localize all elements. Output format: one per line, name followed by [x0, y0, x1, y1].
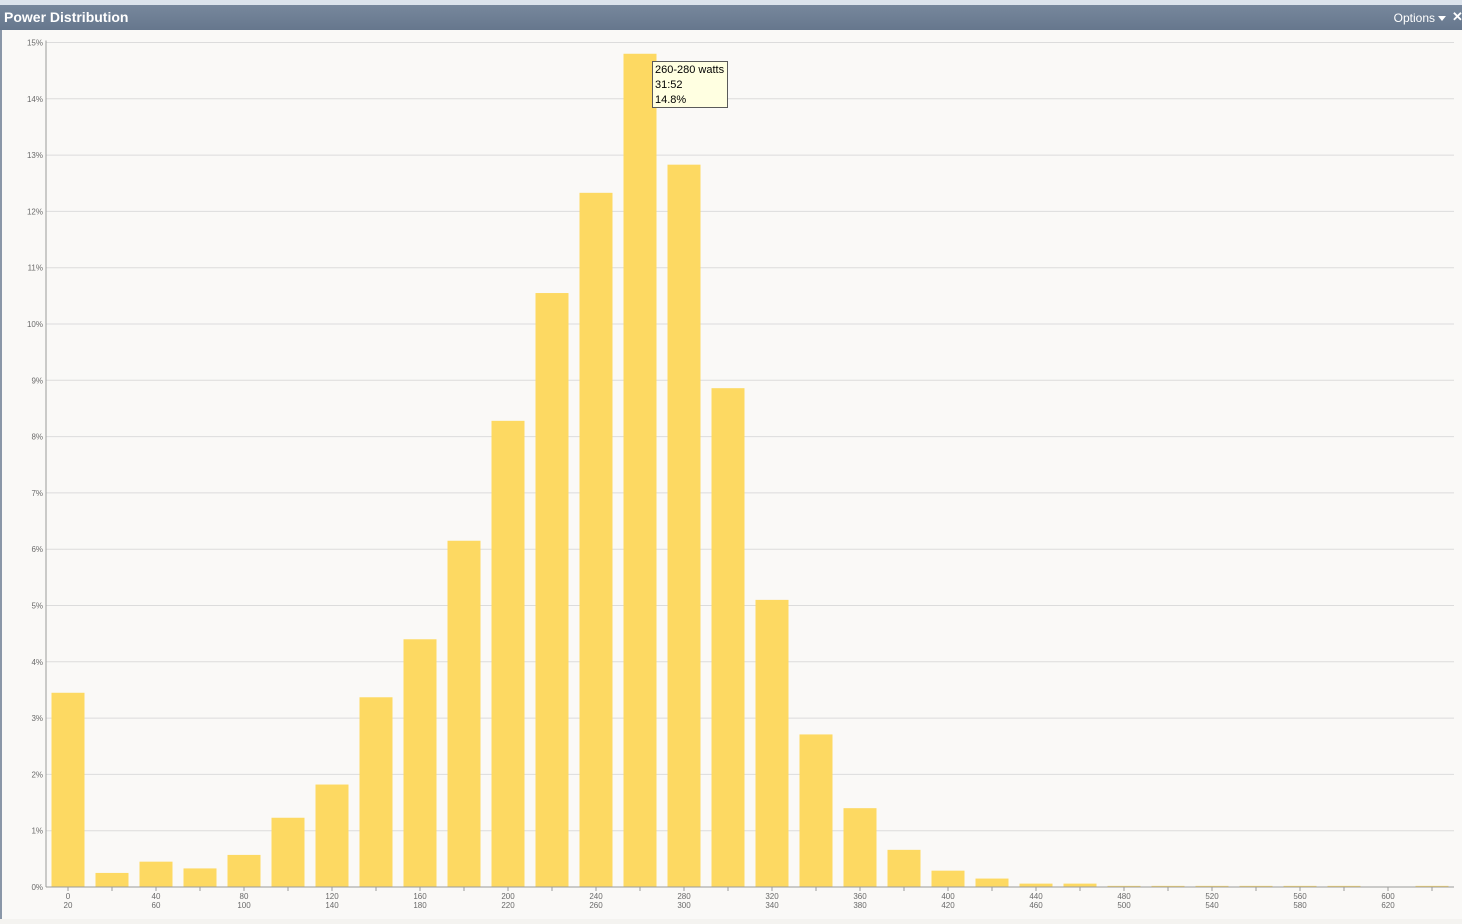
bar: [535, 293, 569, 887]
bar: [667, 164, 701, 887]
bar: [271, 817, 305, 887]
y-tick-label: 1%: [31, 827, 43, 836]
bar: [1063, 883, 1097, 887]
bar: [579, 192, 613, 888]
bar: [315, 784, 349, 887]
tooltip-range: 260-280 watts: [655, 64, 725, 76]
x-tick-label: 60: [152, 901, 161, 910]
close-icon[interactable]: ✕: [1452, 9, 1462, 25]
y-tick-label: 13%: [27, 151, 43, 160]
x-tick-label: 260: [589, 901, 603, 910]
bar-tooltip: 260-280 watts 31:52 14.8%: [652, 61, 728, 108]
x-tick-label: 20: [64, 901, 73, 910]
x-tick-label: 460: [1029, 901, 1043, 910]
x-tick-label: 480: [1117, 892, 1131, 901]
x-tick-label: 560: [1293, 892, 1307, 901]
y-tick-label: 9%: [31, 376, 43, 385]
x-tick-label: 180: [413, 901, 427, 910]
x-tick-label: 400: [941, 892, 955, 901]
x-axis-ticks: 0204060801001201401601802002202402602803…: [64, 887, 1433, 910]
gridlines: [46, 42, 1454, 832]
y-axis-ticks: 0% 1% 2% 3% 4% 5% 6% 7% 8% 9% 10% 11% 12% 13% 14% 15%: [27, 39, 43, 893]
bar: [799, 734, 833, 887]
y-tick-label: 5%: [31, 602, 43, 611]
y-tick-label: 2%: [31, 770, 43, 779]
y-tick-label: 11%: [28, 264, 43, 273]
tooltip-time: 31:52: [655, 79, 683, 91]
y-tick-label: 14%: [27, 95, 43, 104]
bar: [447, 540, 481, 887]
bar: [755, 599, 789, 887]
options-label: Options: [1393, 11, 1435, 25]
bar: [227, 854, 261, 887]
bar: [623, 53, 657, 887]
window-title: Power Distribution: [4, 9, 129, 25]
x-tick-label: 440: [1029, 892, 1043, 901]
x-tick-label: 300: [677, 901, 691, 910]
x-tick-label: 600: [1381, 892, 1395, 901]
x-tick-label: 220: [501, 901, 515, 910]
y-tick-label: 12%: [27, 207, 43, 216]
y-tick-label: 7%: [31, 489, 43, 498]
x-tick-label: 380: [853, 901, 867, 910]
y-tick-label: 6%: [31, 545, 43, 554]
bar: [51, 692, 85, 887]
bar: [887, 849, 921, 887]
x-tick-label: 420: [941, 901, 955, 910]
bar: [711, 388, 745, 887]
x-tick-label: 520: [1205, 892, 1219, 901]
chevron-down-icon: [1438, 16, 1446, 22]
x-tick-label: 120: [325, 892, 339, 901]
x-tick-label: 320: [765, 892, 779, 901]
y-tick-label: 10%: [27, 320, 43, 329]
x-tick-label: 100: [237, 901, 251, 910]
y-tick-label: 8%: [31, 433, 43, 442]
bar: [975, 878, 1009, 887]
bar: [843, 808, 877, 887]
y-tick-label: 0%: [31, 883, 43, 892]
x-tick-label: 200: [501, 892, 515, 901]
x-tick-label: 580: [1293, 901, 1307, 910]
x-tick-label: 0: [66, 892, 71, 901]
x-tick-label: 140: [325, 901, 339, 910]
bar: [95, 872, 129, 887]
x-tick-label: 280: [677, 892, 691, 901]
x-tick-label: 340: [765, 901, 779, 910]
bars: [51, 53, 1449, 888]
bar: [931, 870, 965, 887]
axes: [45, 40, 1454, 888]
title-bar: Power Distribution Options ✕: [0, 5, 1462, 30]
bar: [183, 868, 217, 887]
x-tick-label: 620: [1381, 901, 1395, 910]
bar: [359, 697, 393, 887]
bar: [491, 420, 525, 887]
chart-area: 0% 1% 2% 3% 4% 5% 6% 7% 8% 9% 10% 11% 12% 13% 14% 15% 0…: [2, 30, 1462, 919]
y-tick-label: 3%: [31, 714, 43, 723]
x-tick-label: 40: [152, 892, 161, 901]
y-tick-label: 4%: [31, 658, 43, 667]
x-tick-label: 160: [413, 892, 427, 901]
x-tick-label: 540: [1205, 901, 1219, 910]
x-tick-label: 240: [589, 892, 603, 901]
bar: [139, 861, 173, 887]
bar: [1019, 883, 1053, 887]
tooltip-percent: 14.8%: [655, 94, 687, 106]
x-tick-label: 500: [1117, 901, 1131, 910]
x-tick-label: 360: [853, 892, 867, 901]
y-tick-label: 15%: [27, 39, 43, 48]
options-menu-button[interactable]: Options: [1394, 11, 1446, 25]
x-tick-label: 80: [240, 892, 249, 901]
power-distribution-chart: 0% 1% 2% 3% 4% 5% 6% 7% 8% 9% 10% 11% 12% 13% 14% 15% 0…: [27, 39, 1454, 910]
bar: [403, 639, 437, 887]
